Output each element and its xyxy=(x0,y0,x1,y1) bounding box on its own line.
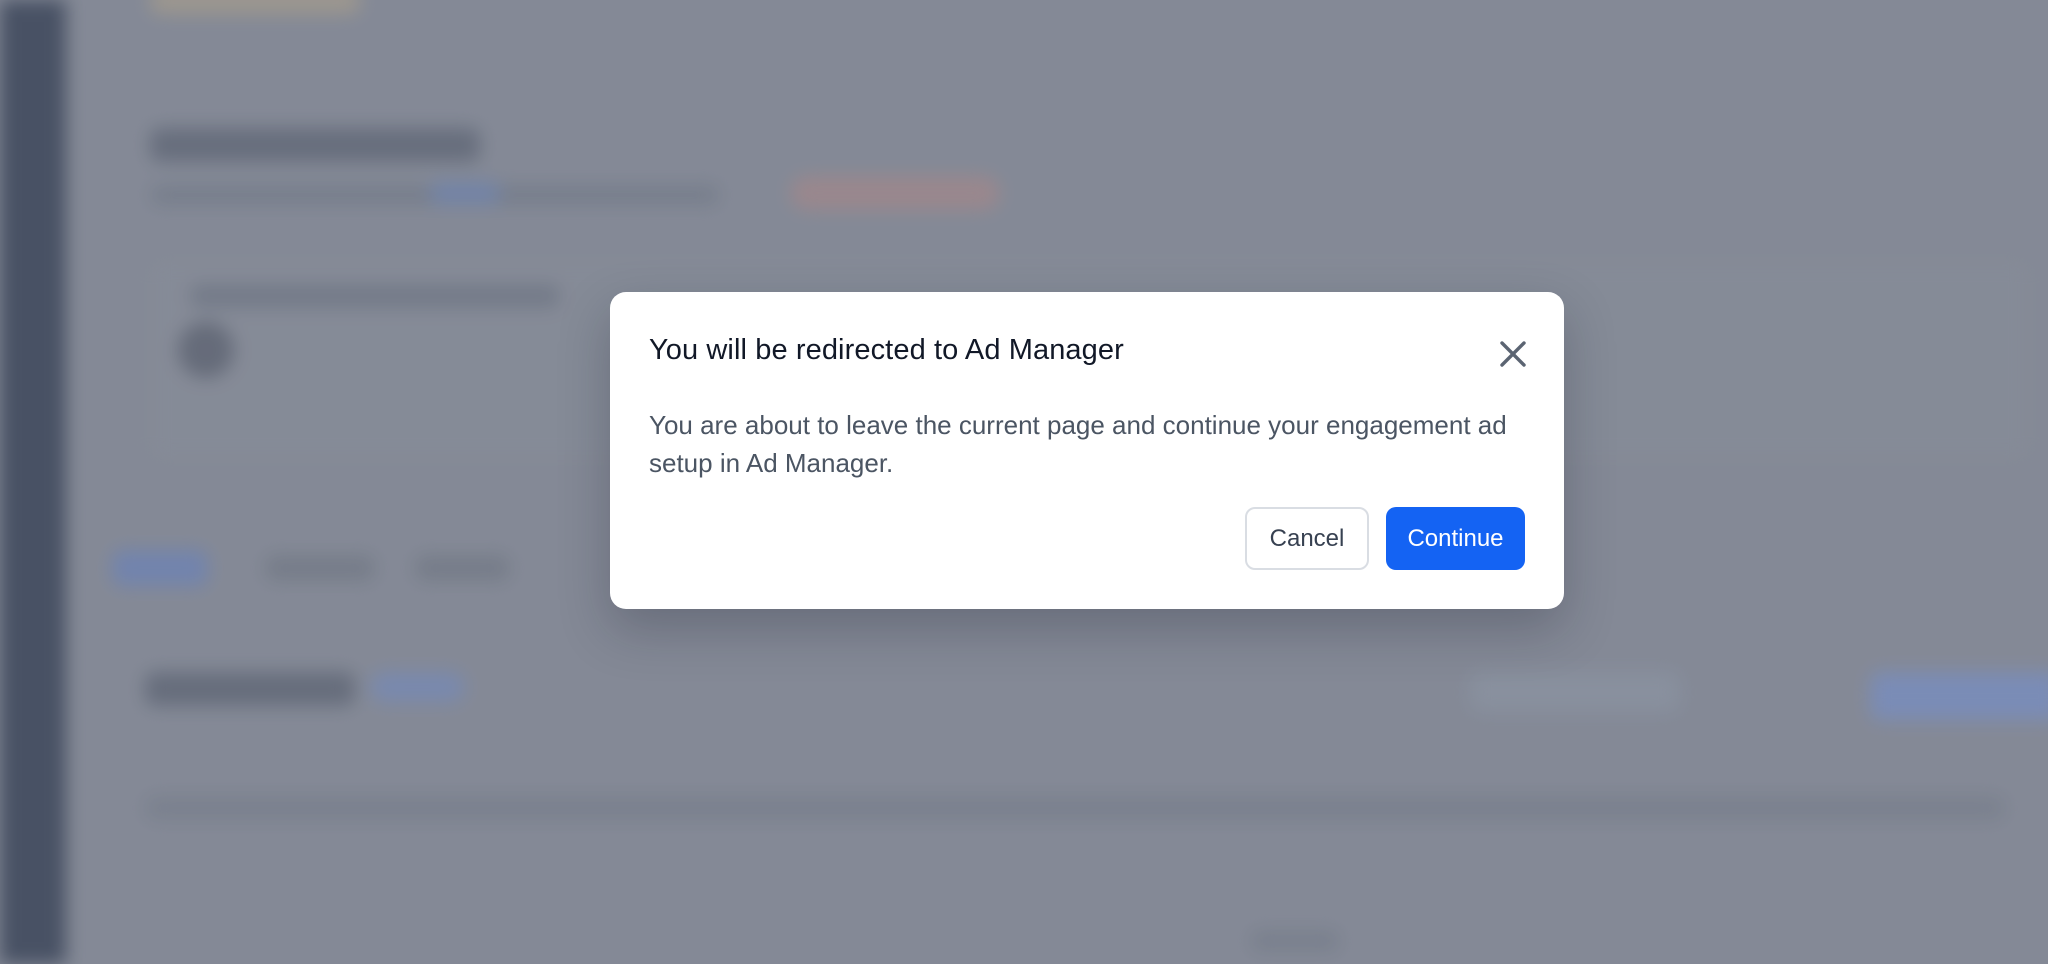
screen: You will be redirected to Ad Manager You… xyxy=(0,0,2048,964)
close-icon xyxy=(1500,341,1526,367)
continue-button[interactable]: Continue xyxy=(1386,507,1525,570)
dialog-title: You will be redirected to Ad Manager xyxy=(649,334,1124,366)
dialog-message: You are about to leave the current page … xyxy=(649,410,1507,478)
close-button[interactable] xyxy=(1486,327,1540,381)
redirect-dialog: You will be redirected to Ad Manager You… xyxy=(610,292,1564,609)
cancel-button[interactable]: Cancel xyxy=(1245,507,1369,570)
